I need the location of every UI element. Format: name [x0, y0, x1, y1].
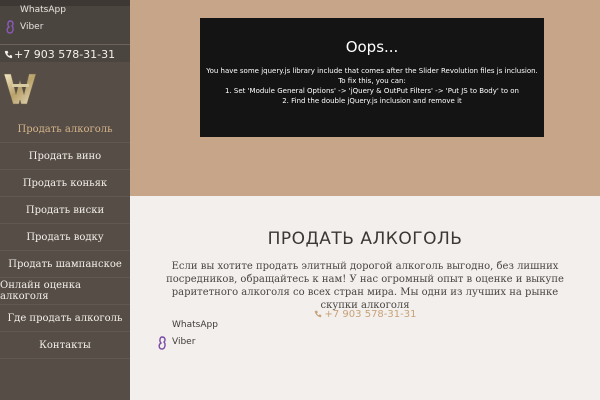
phone-icon	[314, 310, 321, 318]
menu-item-sell-champagne[interactable]: Продать шампанское	[0, 251, 130, 278]
menu-item-sell-wine[interactable]: Продать вино	[0, 143, 130, 170]
whatsapp-link[interactable]: WhatsApp	[20, 5, 66, 15]
content-viber-link[interactable]: Viber	[172, 337, 195, 347]
error-line: 1. Set 'Module General Options' -> 'jQue…	[224, 87, 519, 95]
viber-link[interactable]: Viber	[20, 22, 43, 32]
menu-item-sell-cognac[interactable]: Продать коньяк	[0, 170, 130, 197]
content-phone[interactable]: +7 903 578-31-31	[130, 309, 600, 320]
menu-item-sell-alcohol[interactable]: Продать алкоголь	[0, 116, 130, 143]
menu-item-contacts[interactable]: Контакты	[0, 332, 130, 359]
page-title: ПРОДАТЬ АЛКОГОЛЬ	[267, 229, 463, 249]
hero-slider: Oops... You have some jquery.js library …	[130, 0, 600, 196]
slider-error-box: Oops... You have some jquery.js library …	[200, 18, 544, 137]
main-content: Oops... You have some jquery.js library …	[130, 0, 600, 400]
viber-icon	[6, 20, 14, 34]
sidebar-menu: Продать алкоголь Продать вино Продать ко…	[0, 116, 130, 359]
content-section: ПРОДАТЬ АЛКОГОЛЬ Если вы хотите продать …	[130, 196, 600, 400]
sidebar-phone[interactable]: +7 903 578-31-31	[0, 44, 130, 63]
intro-paragraph: Если вы хотите продать элитный дорогой а…	[166, 261, 564, 311]
error-heading: Oops...	[345, 38, 399, 56]
menu-item-online-valuation[interactable]: Онлайн оценка алкоголя	[0, 278, 130, 305]
error-line: 2. Find the double jQuery.js inclusion a…	[282, 97, 462, 105]
content-phone-number: +7 903 578-31-31	[324, 309, 417, 320]
error-line: You have some jquery.js library include …	[206, 67, 538, 75]
site-logo[interactable]	[3, 70, 37, 106]
sidebar-contacts: WhatsApp Viber +7 903 578-31-31	[0, 0, 130, 62]
phone-icon	[4, 50, 13, 59]
menu-item-where-to-sell[interactable]: Где продать алкоголь	[0, 305, 130, 332]
sidebar: WhatsApp Viber +7 903 578-31-31 Продать …	[0, 0, 130, 400]
viber-icon	[158, 336, 166, 350]
menu-item-sell-vodka[interactable]: Продать водку	[0, 224, 130, 251]
error-line: To fix this, you can:	[338, 77, 406, 85]
error-message: You have some jquery.js library include …	[200, 66, 544, 106]
menu-item-sell-whisky[interactable]: Продать виски	[0, 197, 130, 224]
content-whatsapp-link[interactable]: WhatsApp	[172, 320, 218, 330]
sidebar-phone-number: +7 903 578-31-31	[14, 48, 116, 61]
